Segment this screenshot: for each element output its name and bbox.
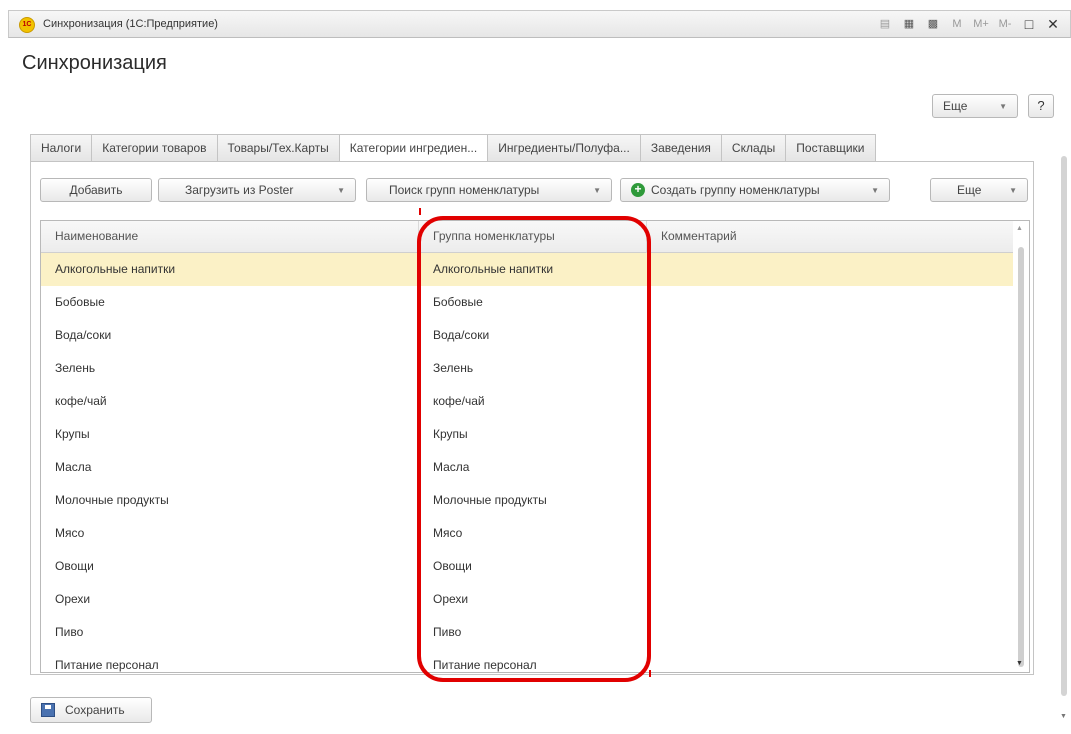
search-groups-label: Поиск групп номенклатуры — [389, 183, 540, 197]
cell-comment — [647, 550, 1013, 583]
cell-name: Орехи — [55, 592, 91, 606]
page-scrollbar[interactable]: ▼ — [1059, 150, 1069, 720]
restore-window-icon[interactable]: □ — [1020, 15, 1038, 33]
cell-comment — [647, 583, 1013, 616]
cell-name: Овощи — [55, 559, 94, 573]
cell-comment — [647, 451, 1013, 484]
cell-comment — [647, 319, 1013, 352]
top-more-label: Еще — [943, 99, 968, 113]
table-scrollbar[interactable]: ▲ ▼ — [1015, 223, 1027, 669]
column-header-name[interactable]: Наименование — [41, 221, 419, 253]
red-tick-mark — [419, 208, 421, 215]
memory-minus-button[interactable]: M- — [996, 15, 1014, 33]
cell-name: Зелень — [55, 361, 96, 375]
cell-name: Питание персонал — [55, 658, 159, 672]
tab-taxes[interactable]: Налоги — [30, 134, 93, 162]
window-title: Синхронизация (1С:Предприятие) — [43, 18, 218, 30]
top-more-dropdown[interactable]: Еще ▼ — [932, 94, 1018, 118]
calendar-icon[interactable]: ▩ — [924, 15, 942, 33]
window-titlebar: 1С Синхронизация (1С:Предприятие) ▤ ▦ ▩ … — [8, 10, 1071, 38]
app-logo-icon: 1С — [19, 17, 35, 33]
cell-name: Бобовые — [55, 295, 105, 309]
tab-establishments[interactable]: Заведения — [639, 134, 722, 162]
page-scrollbar-thumb[interactable] — [1061, 156, 1067, 696]
cell-name: Молочные продукты — [55, 493, 169, 507]
chevron-down-icon: ▼ — [1009, 185, 1017, 195]
cell-name: Пиво — [55, 625, 84, 639]
tab-bar: Налоги Категории товаров Товары/Тех.Карт… — [30, 134, 876, 163]
chevron-down-icon: ▼ — [999, 101, 1007, 111]
cell-comment — [647, 352, 1013, 385]
chevron-down-icon: ▼ — [593, 185, 601, 195]
scrollbar-thumb[interactable] — [1018, 247, 1024, 667]
search-groups-dropdown[interactable]: Поиск групп номенклатуры ▼ — [366, 178, 612, 202]
cell-comment — [647, 616, 1013, 649]
add-button-label: Добавить — [69, 183, 123, 197]
memory-m-button[interactable]: M — [948, 15, 966, 33]
tab-products-tech-cards[interactable]: Товары/Тех.Карты — [216, 134, 340, 162]
chevron-down-icon: ▼ — [871, 185, 879, 195]
load-from-poster-dropdown[interactable]: Загрузить из Poster ▼ — [158, 178, 356, 202]
floppy-disk-icon — [41, 703, 55, 717]
toolbar-more-dropdown[interactable]: Еще ▼ — [930, 178, 1028, 202]
close-window-icon[interactable]: ✕ — [1044, 15, 1062, 33]
cell-name: Вода/соки — [55, 328, 112, 342]
calculator-icon[interactable]: ▦ — [900, 15, 918, 33]
cell-name: кофе/чай — [55, 394, 107, 408]
tab-ingredients-semifinished[interactable]: Ингредиенты/Полуфа... — [487, 134, 641, 162]
cell-name: Мясо — [55, 526, 85, 540]
tab-product-categories[interactable]: Категории товаров — [91, 134, 218, 162]
cell-name: Крупы — [55, 427, 90, 441]
load-from-poster-label: Загрузить из Poster — [185, 183, 294, 197]
document-icon[interactable]: ▤ — [876, 15, 894, 33]
add-button[interactable]: Добавить — [40, 178, 152, 202]
red-highlight-outline — [417, 216, 651, 682]
plus-circle-icon: + — [631, 183, 645, 197]
cell-comment — [647, 517, 1013, 550]
cell-comment — [647, 385, 1013, 418]
save-button-label: Сохранить — [65, 703, 125, 717]
create-group-label: Создать группу номенклатуры — [651, 183, 820, 197]
scroll-down-icon[interactable]: ▼ — [1060, 713, 1067, 720]
cell-comment — [647, 253, 1013, 286]
cell-comment — [647, 418, 1013, 451]
red-tick-mark — [649, 670, 651, 677]
scroll-up-icon[interactable]: ▲ — [1016, 225, 1023, 232]
memory-plus-button[interactable]: M+ — [972, 15, 990, 33]
column-header-comment[interactable]: Комментарий — [647, 221, 1013, 253]
scroll-down-icon[interactable]: ▼ — [1016, 660, 1023, 667]
tab-suppliers[interactable]: Поставщики — [785, 134, 876, 162]
tab-warehouses[interactable]: Склады — [720, 134, 787, 162]
save-button[interactable]: Сохранить — [30, 697, 152, 723]
page-title: Синхронизация — [22, 52, 167, 74]
cell-name: Масла — [55, 460, 92, 474]
help-button[interactable]: ? — [1028, 94, 1054, 118]
chevron-down-icon: ▼ — [337, 185, 345, 195]
cell-comment — [647, 649, 1013, 672]
cell-comment — [647, 484, 1013, 517]
tab-ingredient-categories[interactable]: Категории ингредиен... — [338, 134, 489, 163]
create-group-dropdown[interactable]: + Создать группу номенклатуры ▼ — [620, 178, 890, 202]
cell-comment — [647, 286, 1013, 319]
toolbar-more-label: Еще — [957, 183, 982, 197]
cell-name: Алкогольные напитки — [55, 262, 176, 276]
